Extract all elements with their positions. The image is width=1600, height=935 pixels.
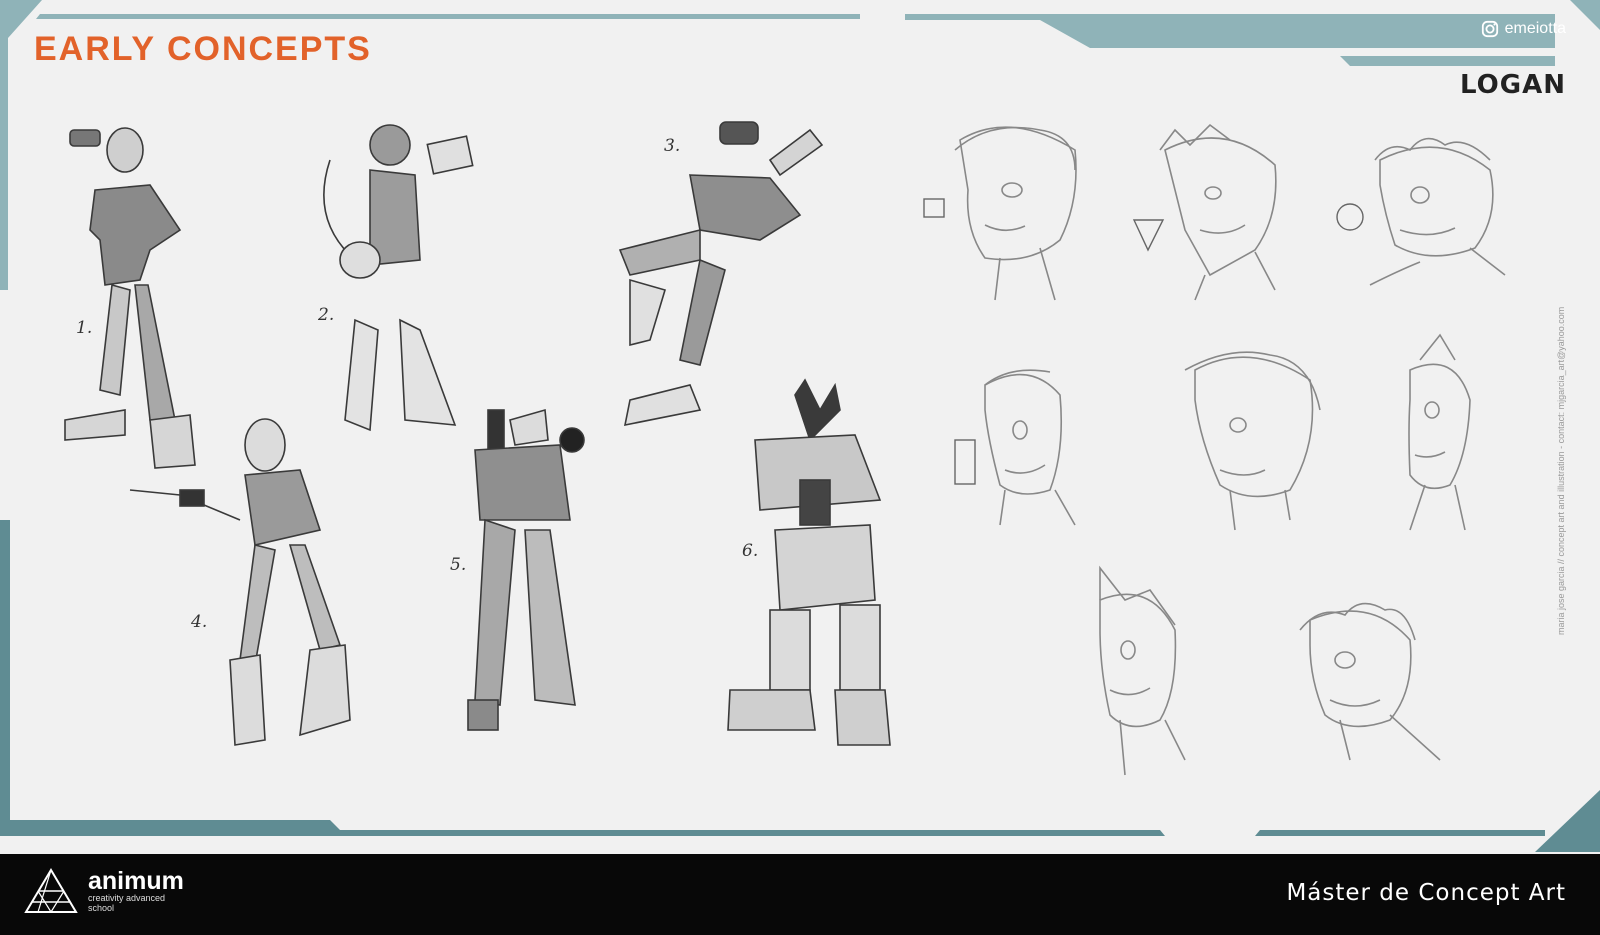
shape-cue-rectangle xyxy=(954,439,976,485)
head-study-3 xyxy=(1369,137,1506,286)
head-study-5 xyxy=(1184,351,1321,531)
head-study-4 xyxy=(984,369,1076,526)
footer-bar: animum creativity advanced school Máster… xyxy=(0,854,1600,935)
animum-logo-icon xyxy=(24,868,78,914)
shape-cue-triangle xyxy=(1132,219,1165,252)
brand[interactable]: animum creativity advanced school xyxy=(24,868,184,914)
brand-name: animum xyxy=(88,867,184,895)
head-study-8 xyxy=(1299,602,1441,761)
brand-tagline: creativity advanced school xyxy=(88,893,166,913)
head-study-7 xyxy=(1099,565,1186,776)
head-study-2 xyxy=(1159,123,1277,301)
course-title: Máster de Concept Art xyxy=(1286,880,1566,906)
head-studies xyxy=(923,123,1506,776)
shape-cue-circle xyxy=(1336,203,1364,231)
head-study-1 xyxy=(954,126,1077,301)
shape-cue-square xyxy=(923,198,945,218)
head-study-6 xyxy=(1408,333,1471,531)
